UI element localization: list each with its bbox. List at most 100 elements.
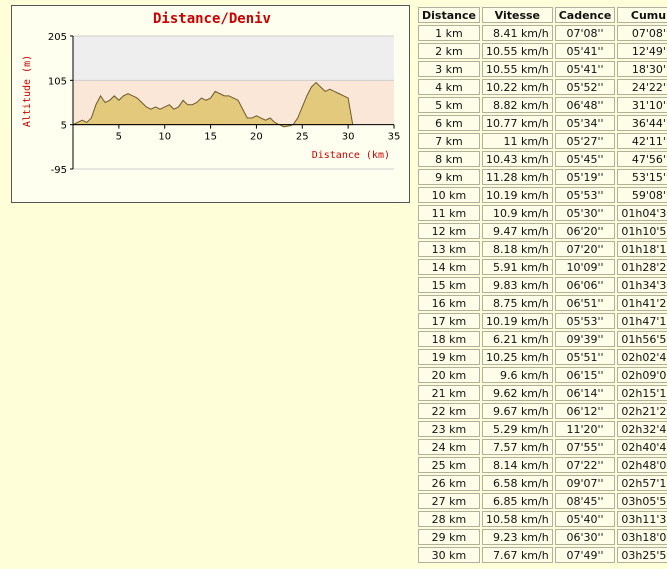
- cell-distance: 28 km: [418, 511, 480, 527]
- y-axis-label: Altitude (m): [22, 55, 33, 127]
- cell-vitesse: 10.25 km/h: [481, 349, 553, 365]
- cell-cadence: 06'48'': [554, 97, 616, 113]
- cell-distance: 14 km: [418, 259, 480, 275]
- table-row: 2 km 10.55 km/h 05'41'' 12'49'': [418, 43, 667, 59]
- cell-distance: 15 km: [418, 277, 480, 293]
- cell-cumul: 03h05'57'': [617, 493, 667, 509]
- cell-cumul: 01h10'58'': [617, 223, 667, 239]
- elevation-chart-panel: Distance/Deniv Altitude (m) Distance (km…: [11, 5, 410, 203]
- cell-distance: 20 km: [418, 367, 480, 383]
- cell-cadence: 05'53'': [554, 313, 616, 329]
- cell-distance: 1 km: [418, 25, 480, 41]
- cell-vitesse: 10.43 km/h: [481, 151, 553, 167]
- cell-cadence: 06'51'': [554, 295, 616, 311]
- cell-distance: 26 km: [418, 475, 480, 491]
- cell-cumul: 36'44'': [617, 115, 667, 131]
- table-row: 11 km10.9 km/h05'30''01h04'38'': [418, 205, 667, 221]
- cell-cumul: 01h34'33'': [617, 277, 667, 293]
- cell-cumul: 47'56'': [617, 151, 667, 167]
- cell-distance: 23 km: [418, 421, 480, 437]
- cell-cadence: 06'30'': [554, 529, 616, 545]
- y-tick-label: 205: [48, 32, 67, 43]
- y-tick-label: 105: [48, 76, 67, 87]
- cell-distance: 5 km: [418, 97, 480, 113]
- cell-cumul: 03h18'07'': [617, 529, 667, 545]
- table-row: 21 km9.62 km/h06'14''02h15'16'': [418, 385, 667, 401]
- cell-cumul: 24'22'': [617, 79, 667, 95]
- cell-distance: 8 km: [418, 151, 480, 167]
- cell-cumul: 02h21'28'': [617, 403, 667, 419]
- cell-cadence: 07'08'': [554, 25, 616, 41]
- cell-distance: 7 km: [418, 133, 480, 149]
- cell-vitesse: 10.55 km/h: [481, 43, 553, 59]
- cell-vitesse: 8.41 km/h: [481, 25, 553, 41]
- cell-vitesse: 10.9 km/h: [481, 205, 553, 221]
- cell-vitesse: 9.62 km/h: [481, 385, 553, 401]
- cell-cadence: 05'45'': [554, 151, 616, 167]
- cell-cadence: 07'20'': [554, 241, 616, 257]
- cell-cadence: 09'39'': [554, 331, 616, 347]
- table-row: 20 km9.6 km/h06'15''02h09'02'': [418, 367, 667, 383]
- y-tick-label: -95: [51, 165, 67, 176]
- cell-vitesse: 10.55 km/h: [481, 61, 553, 77]
- y-tick-label: 5: [61, 121, 67, 132]
- x-tick-label: 30: [342, 132, 355, 143]
- cell-cumul: 12'49'': [617, 43, 667, 59]
- cell-vitesse: 8.75 km/h: [481, 295, 553, 311]
- band-upper: [73, 36, 394, 81]
- table-row: 15 km9.83 km/h06'06''01h34'33'': [418, 277, 667, 293]
- cell-distance: 6 km: [418, 115, 480, 131]
- table-row: 29 km9.23 km/h06'30''03h18'07'': [418, 529, 667, 545]
- cell-cumul: 01h41'24'': [617, 295, 667, 311]
- cell-distance: 30 km: [418, 547, 480, 563]
- cell-distance: 10 km: [418, 187, 480, 203]
- cell-distance: 9 km: [418, 169, 480, 185]
- cell-vitesse: 10.19 km/h: [481, 313, 553, 329]
- cell-distance: 16 km: [418, 295, 480, 311]
- table-row: 24 km7.57 km/h07'55''02h40'43'': [418, 439, 667, 455]
- cell-distance: 18 km: [418, 331, 480, 347]
- cell-vitesse: 9.83 km/h: [481, 277, 553, 293]
- cell-distance: 22 km: [418, 403, 480, 419]
- table-row: 13 km8.18 km/h07'20''01h18'18'': [418, 241, 667, 257]
- cell-distance: 3 km: [418, 61, 480, 77]
- x-tick-label: 25: [296, 132, 309, 143]
- table-row: 25 km8.14 km/h07'22''02h48'05'': [418, 457, 667, 473]
- cell-cadence: 08'45'': [554, 493, 616, 509]
- cell-distance: 13 km: [418, 241, 480, 257]
- cell-cadence: 10'09'': [554, 259, 616, 275]
- cell-cadence: 05'51'': [554, 349, 616, 365]
- cell-cadence: 05'53'': [554, 187, 616, 203]
- cell-cadence: 07'55'': [554, 439, 616, 455]
- table-row: 9 km 11.28 km/h 05'19'' 53'15'': [418, 169, 667, 185]
- cell-cadence: 11'20'': [554, 421, 616, 437]
- table-row: 7 km 11 km/h 05'27'' 42'11'': [418, 133, 667, 149]
- table-row: 30 km7.67 km/h07'49''03h25'56'': [418, 547, 667, 563]
- cell-cumul: 01h56'56'': [617, 331, 667, 347]
- cell-vitesse: 9.6 km/h: [481, 367, 553, 383]
- cell-cadence: 06'20'': [554, 223, 616, 239]
- x-tick-label: 20: [250, 132, 263, 143]
- cell-vitesse: 8.14 km/h: [481, 457, 553, 473]
- cell-cadence: 07'49'': [554, 547, 616, 563]
- cell-vitesse: 10.22 km/h: [481, 79, 553, 95]
- table-row: 10 km 10.19 km/h 05'53'' 59'08'': [418, 187, 667, 203]
- table-row: 16 km8.75 km/h06'51''01h41'24'': [418, 295, 667, 311]
- cell-vitesse: 5.29 km/h: [481, 421, 553, 437]
- table-row: 5 km 8.82 km/h 06'48'' 31'10'': [418, 97, 667, 113]
- cell-vitesse: 11 km/h: [481, 133, 553, 149]
- table-row: 23 km5.29 km/h11'20''02h32'48'': [418, 421, 667, 437]
- x-tick-label: 10: [158, 132, 171, 143]
- header-cadence: Cadence: [554, 7, 616, 23]
- cell-cumul: 02h09'02'': [617, 367, 667, 383]
- cell-cadence: 05'40'': [554, 511, 616, 527]
- cell-cumul: 03h25'56'': [617, 547, 667, 563]
- cell-vitesse: 8.18 km/h: [481, 241, 553, 257]
- header-cumul: Cumul: [617, 7, 667, 23]
- x-tick-label: 5: [116, 132, 122, 143]
- cell-cumul: 18'30'': [617, 61, 667, 77]
- cell-distance: 24 km: [418, 439, 480, 455]
- cell-cadence: 06'14'': [554, 385, 616, 401]
- cell-cadence: 05'34'': [554, 115, 616, 131]
- table-row: 4 km 10.22 km/h 05'52'' 24'22'': [418, 79, 667, 95]
